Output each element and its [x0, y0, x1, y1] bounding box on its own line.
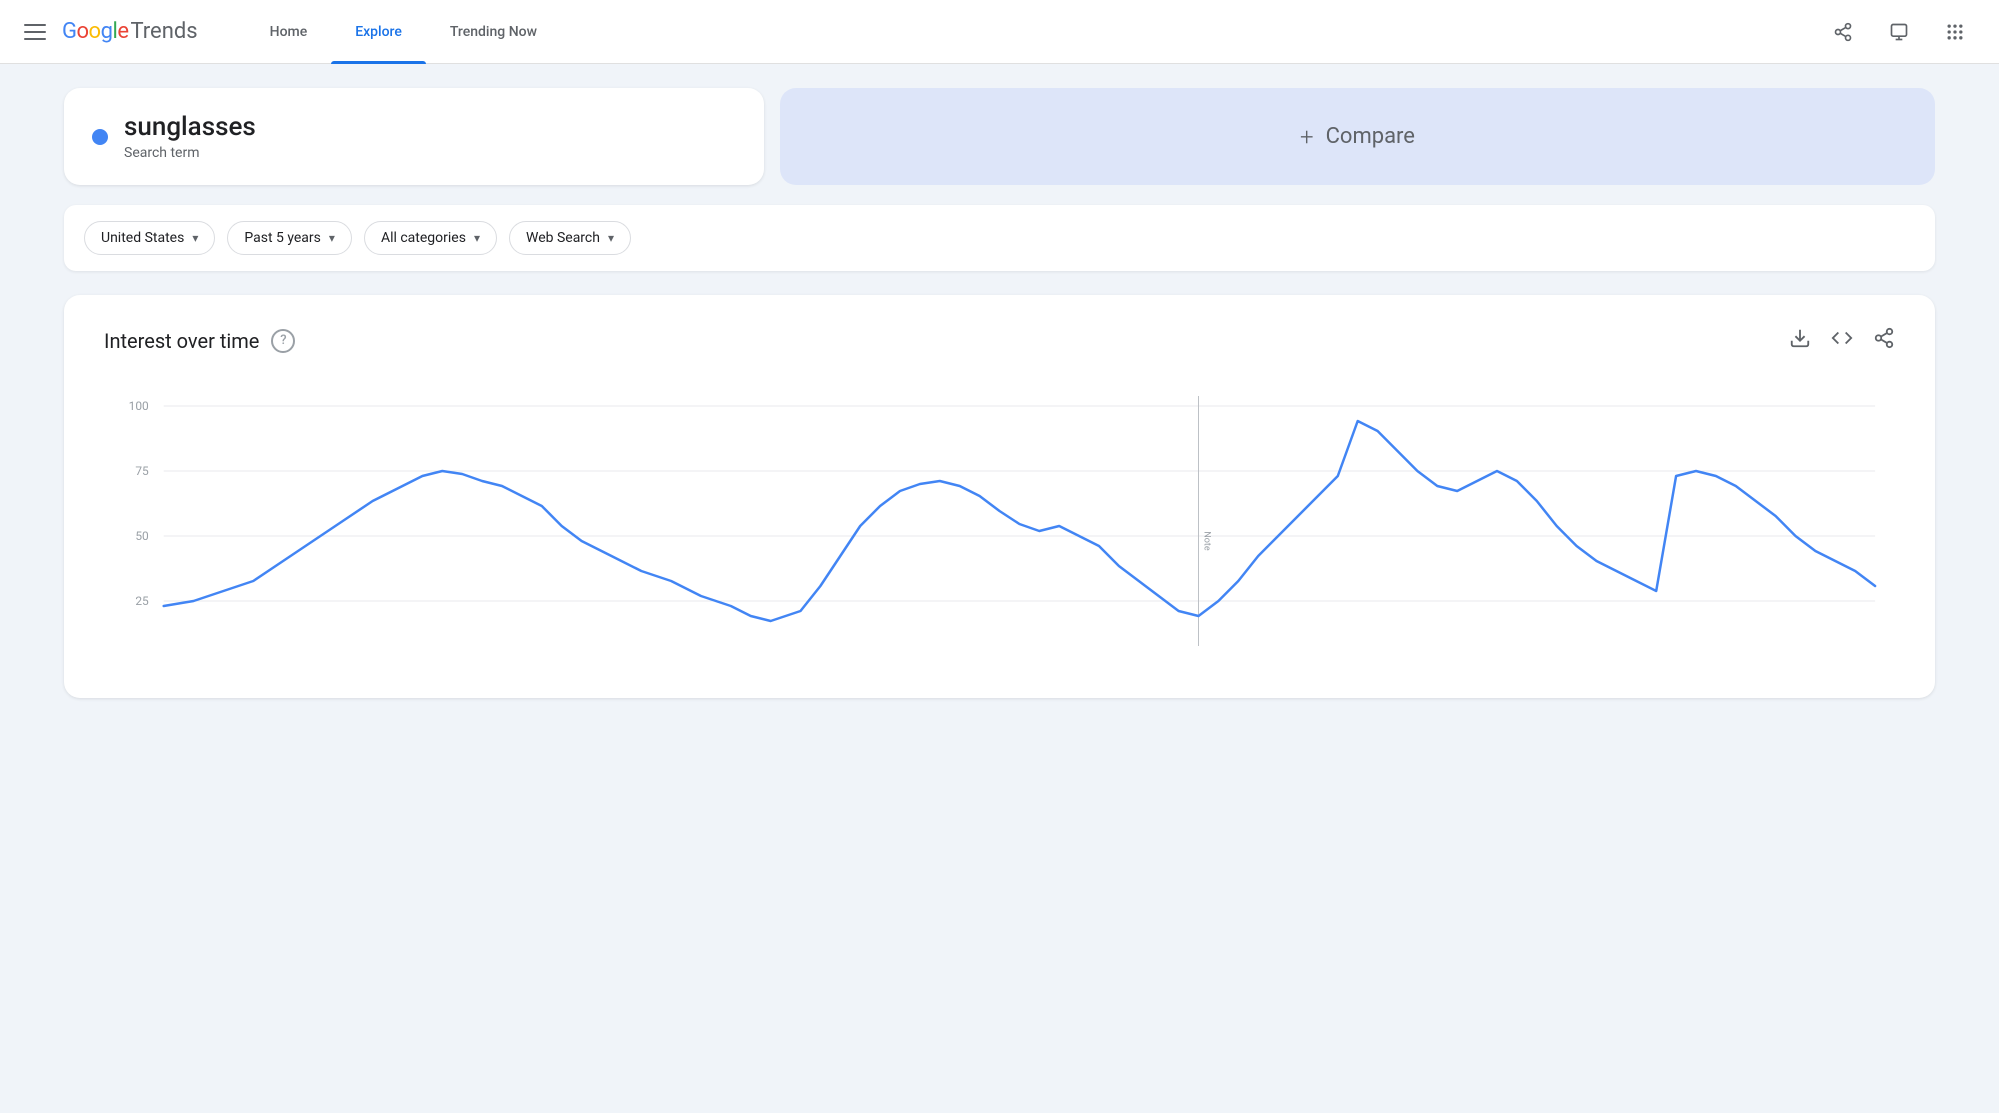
main-content: sunglasses Search term + Compare United …	[0, 64, 1999, 722]
search-type: Search term	[124, 145, 256, 161]
share-icon[interactable]	[1823, 12, 1863, 52]
time-filter[interactable]: Past 5 years ▾	[227, 221, 352, 255]
search-type-chevron-icon: ▾	[608, 231, 614, 245]
chart-area: 100 75 50 25 Note	[104, 386, 1895, 666]
search-type-filter-label: Web Search	[526, 230, 600, 246]
nav-home[interactable]: Home	[246, 0, 332, 64]
nav-explore[interactable]: Explore	[331, 0, 426, 64]
category-filter-label: All categories	[381, 230, 466, 246]
filters-row: United States ▾ Past 5 years ▾ All categ…	[64, 205, 1935, 271]
chart-card: Interest over time ?	[64, 295, 1935, 698]
download-icon[interactable]	[1789, 327, 1811, 354]
y-label-75: 75	[135, 464, 149, 478]
logo[interactable]: Google Trends	[62, 19, 198, 44]
chart-note: Note	[1201, 532, 1211, 551]
y-label-50: 50	[135, 529, 149, 543]
category-filter[interactable]: All categories ▾	[364, 221, 497, 255]
chart-title: Interest over time	[104, 329, 259, 353]
menu-button[interactable]	[24, 24, 46, 40]
y-label-25: 25	[135, 594, 149, 608]
main-nav: Home Explore Trending Now	[246, 0, 1823, 64]
trend-line	[164, 421, 1875, 621]
compare-label: Compare	[1326, 124, 1415, 149]
compare-card[interactable]: + Compare	[780, 88, 1935, 185]
time-filter-label: Past 5 years	[244, 230, 321, 246]
chart-header: Interest over time ?	[104, 327, 1895, 354]
search-type-filter[interactable]: Web Search ▾	[509, 221, 631, 255]
help-icon[interactable]: ?	[271, 329, 295, 353]
search-text-group: sunglasses Search term	[124, 112, 256, 161]
trend-chart: 100 75 50 25 Note	[104, 386, 1895, 666]
y-label-100: 100	[129, 399, 149, 413]
chart-actions	[1789, 327, 1895, 354]
search-row: sunglasses Search term + Compare	[64, 88, 1935, 185]
embed-icon[interactable]	[1831, 327, 1853, 354]
compare-plus: +	[1300, 123, 1314, 151]
apps-icon[interactable]	[1935, 12, 1975, 52]
search-dot	[92, 129, 108, 145]
header: Google Trends Home Explore Trending Now	[0, 0, 1999, 64]
chart-share-icon[interactable]	[1873, 327, 1895, 354]
time-chevron-icon: ▾	[329, 231, 335, 245]
logo-trends: Trends	[130, 19, 197, 44]
feedback-icon[interactable]	[1879, 12, 1919, 52]
header-actions	[1823, 12, 1975, 52]
category-chevron-icon: ▾	[474, 231, 480, 245]
region-chevron-icon: ▾	[192, 231, 198, 245]
chart-title-group: Interest over time ?	[104, 329, 295, 353]
nav-trending-now[interactable]: Trending Now	[426, 0, 561, 64]
region-filter[interactable]: United States ▾	[84, 221, 215, 255]
search-term: sunglasses	[124, 112, 256, 143]
region-filter-label: United States	[101, 230, 184, 246]
search-card: sunglasses Search term	[64, 88, 764, 185]
